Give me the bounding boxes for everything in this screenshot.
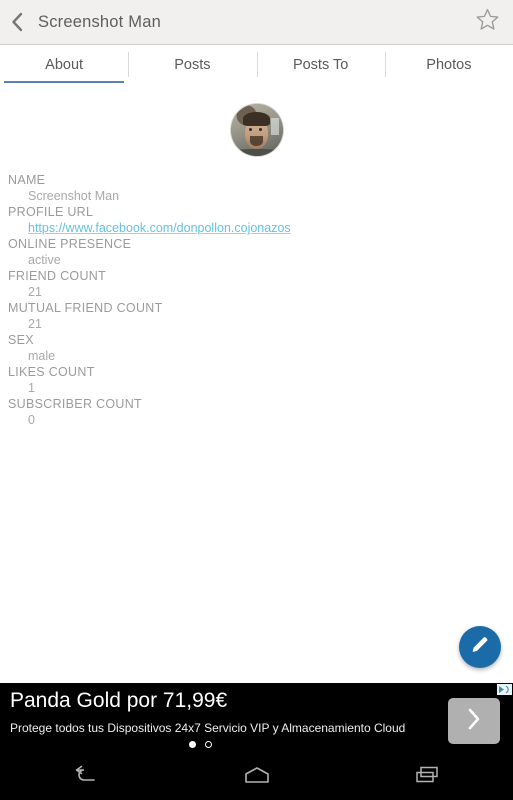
field-label-friend-count: FRIEND COUNT xyxy=(8,269,107,283)
nav-home-button[interactable] xyxy=(212,755,302,800)
field-value-subscriber-count: 0 xyxy=(28,413,35,427)
nav-recents-button[interactable] xyxy=(383,755,473,800)
field-label-sex: SEX xyxy=(8,333,34,347)
field-label-profile-url: PROFILE URL xyxy=(8,205,94,219)
field-value-likes-count: 1 xyxy=(28,381,35,395)
star-outline-icon xyxy=(475,7,500,37)
nav-back-button[interactable] xyxy=(41,755,131,800)
tab-posts-to-label: Posts To xyxy=(292,56,349,73)
avatar[interactable] xyxy=(230,104,283,156)
page-title: Screenshot Man xyxy=(38,12,161,31)
field-label-likes-count: LIKES COUNT xyxy=(8,365,95,379)
tab-photos-label: Photos xyxy=(426,56,472,73)
avatar-container xyxy=(0,104,513,156)
tab-posts[interactable]: Posts xyxy=(128,46,256,83)
action-bar: Screenshot Man xyxy=(0,0,513,45)
app-root: Screenshot Man About Posts Posts To Phot… xyxy=(0,0,513,800)
pencil-edit-icon xyxy=(469,634,491,661)
nav-home-icon xyxy=(242,765,272,790)
field-value-mutual-friend-count: 21 xyxy=(28,317,42,331)
ad-dot-2[interactable] xyxy=(204,741,212,748)
avatar-beard xyxy=(250,136,263,146)
avatar-eye-right xyxy=(259,127,263,131)
tab-active-indicator xyxy=(4,81,125,83)
avatar-eye-left xyxy=(248,127,252,131)
edit-fab[interactable] xyxy=(459,626,501,668)
field-value-friend-count: 21 xyxy=(28,285,42,299)
ad-headline: Panda Gold por 71,99€ xyxy=(10,689,228,712)
chevron-left-icon xyxy=(11,12,24,32)
tab-posts-to[interactable]: Posts To xyxy=(256,46,385,83)
ad-next-button[interactable] xyxy=(448,698,500,744)
field-label-subscriber-count: SUBSCRIBER COUNT xyxy=(8,397,142,411)
tab-posts-label: Posts xyxy=(174,56,211,73)
tab-photos[interactable]: Photos xyxy=(384,46,513,83)
adchoices-icon[interactable] xyxy=(497,684,512,695)
field-value-profile-url[interactable]: https://www.facebook.com/donpollon.cojon… xyxy=(0,220,513,236)
avatar-window-highlight xyxy=(271,117,280,136)
tab-about-label: About xyxy=(45,56,84,73)
nav-recents-icon xyxy=(414,765,442,790)
tab-bar: About Posts Posts To Photos xyxy=(0,46,513,83)
field-label-mutual-friend-count: MUTUAL FRIEND COUNT xyxy=(8,301,163,315)
ad-subtitle: Protege todos tus Dispositivos 24x7 Serv… xyxy=(10,721,406,735)
field-value-name: Screenshot Man xyxy=(28,189,120,203)
ad-banner[interactable]: Panda Gold por 71,99€ Protege todos tus … xyxy=(0,683,513,755)
profile-info-list: NAME Screenshot Man PROFILE URL https://… xyxy=(0,172,513,428)
field-value-sex: male xyxy=(28,349,56,363)
back-button[interactable] xyxy=(0,0,34,45)
field-value-online-presence: active xyxy=(28,253,61,267)
tab-about[interactable]: About xyxy=(0,46,128,83)
field-label-online-presence: ONLINE PRESENCE xyxy=(8,237,132,251)
ad-pagination-dots xyxy=(0,741,400,748)
avatar-shoulders xyxy=(230,148,283,156)
ad-dot-1[interactable] xyxy=(188,741,196,748)
android-nav-bar xyxy=(0,755,513,800)
chevron-right-icon xyxy=(464,706,484,737)
nav-back-icon xyxy=(72,765,100,790)
favorite-button[interactable] xyxy=(461,0,513,45)
field-label-name: NAME xyxy=(8,173,46,187)
avatar-hair xyxy=(242,112,270,126)
